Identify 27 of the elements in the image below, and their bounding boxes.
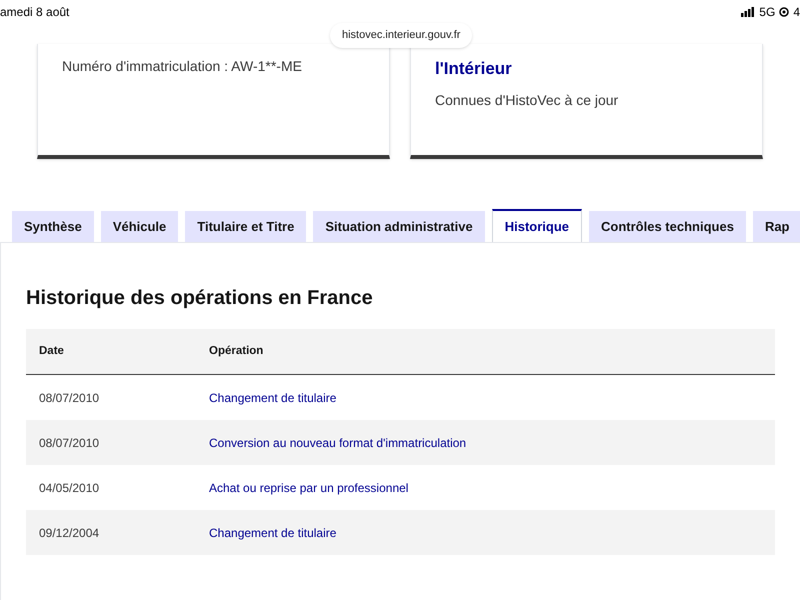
tab[interactable]: Titulaire et Titre — [185, 211, 306, 242]
operation-link[interactable]: Changement de titulaire — [209, 388, 336, 406]
date-cell-text: 08/07/2010 — [39, 434, 100, 452]
card-text: Connues d'HistoVec à ce jour — [435, 90, 620, 110]
column-header: Date — [39, 344, 65, 359]
operation-link[interactable]: Achat ou reprise par un professionnel — [209, 478, 408, 496]
signal-icon — [741, 7, 756, 17]
section-title: Historique des opérations en France — [26, 286, 374, 311]
tab[interactable]: Historique — [492, 209, 582, 242]
column-header: Opération — [209, 344, 264, 359]
operation-link[interactable]: Changement de titulaire — [209, 524, 336, 542]
location-icon — [779, 7, 790, 17]
operation-link[interactable]: Conversion au nouveau format d'immatriculation — [209, 434, 466, 452]
tab[interactable]: Situation administrative — [313, 211, 485, 242]
battery-percent: 4 — [793, 4, 800, 21]
tab[interactable]: Contrôles techniques — [589, 211, 746, 242]
tab[interactable]: Rap — [752, 211, 800, 242]
network-label: 5G — [759, 4, 776, 21]
card-title: l'Intérieur — [435, 58, 513, 80]
date-cell-text: 04/05/2010 — [39, 480, 100, 496]
url-pill[interactable]: histovec.interieur.gouv.fr — [330, 23, 472, 48]
tab[interactable]: Synthèse — [12, 211, 94, 242]
tab[interactable]: Véhicule — [100, 211, 178, 242]
date-cell-text: 09/12/2004 — [39, 524, 100, 542]
status-date: amedi 8 août — [0, 4, 70, 21]
date-cell-text: 08/07/2010 — [39, 390, 100, 406]
card-text: Numéro d'immatriculation : AW-1**-ME — [62, 57, 303, 76]
